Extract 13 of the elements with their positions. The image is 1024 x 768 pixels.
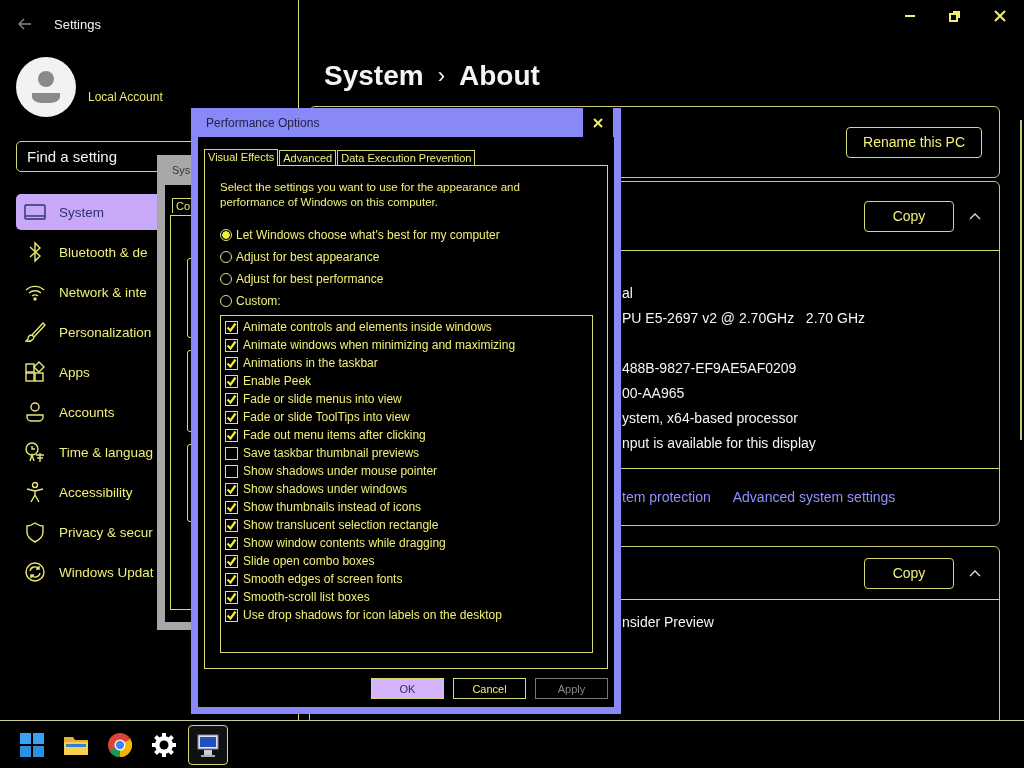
page-title: About — [458, 60, 540, 92]
spec-value: ystem, x64-based processor — [622, 409, 799, 428]
window-title: Sys — [172, 164, 191, 176]
spec-value: PU E5-2697 v2 @ 2.70GHz 2.70 GHz — [622, 309, 866, 328]
spec-value: al — [622, 284, 634, 303]
spec-value: 00-AA965 — [622, 384, 686, 403]
spec-value: 488B-9827-EF9AE5AF0209 — [622, 359, 798, 378]
breadcrumb-separator: › — [437, 63, 445, 89]
spec-value: nput is available for this display — [622, 434, 817, 453]
window-title: Settings — [54, 16, 101, 32]
dialog-title: Performance Options — [206, 115, 320, 130]
spec-value: nsider Preview — [622, 613, 715, 632]
account-name: Local Account — [88, 90, 163, 104]
